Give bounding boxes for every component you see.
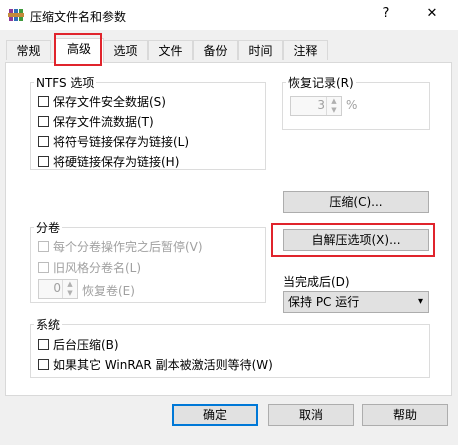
ntfs-security-option[interactable]: 保存文件安全数据(S)	[38, 93, 166, 109]
title-bar: 压缩文件名和参数 ? ✕	[0, 0, 458, 30]
after-completion-select[interactable]: 保持 PC 运行 ▾	[283, 291, 429, 313]
recovery-volumes-spinner[interactable]: 0 ▲ ▼	[38, 279, 78, 299]
system-group-title: 系统	[34, 316, 63, 333]
after-completion-value: 保持 PC 运行	[288, 295, 360, 309]
ok-button[interactable]: 确定	[172, 404, 258, 426]
checkbox[interactable]	[38, 261, 49, 273]
tab-time[interactable]: 时间	[238, 40, 283, 60]
sfx-options-button[interactable]: 自解压选项(X)...	[283, 229, 429, 251]
help-button[interactable]: 帮助	[362, 404, 448, 426]
tab-options[interactable]: 选项	[103, 40, 148, 60]
winrar-icon	[8, 9, 24, 21]
after-completion-label: 当完成后(D)	[283, 275, 350, 289]
tab-backup[interactable]: 备份	[193, 40, 238, 60]
checkbox[interactable]	[38, 155, 49, 167]
ntfs-symlinks-option[interactable]: 将符号链接保存为链接(L)	[38, 133, 189, 149]
recovery-volumes-value: 0	[53, 281, 61, 295]
recovery-group-title: 恢复记录(R)	[286, 74, 356, 91]
recovery-percent-unit: %	[346, 98, 358, 112]
spinner-arrows-icon[interactable]: ▲ ▼	[62, 280, 77, 298]
tab-files[interactable]: 文件	[148, 40, 193, 60]
dialog-body: 常规 高级 选项 文件 备份 时间 注释 NTFS 选项 保存文件安全数据(S)…	[0, 30, 458, 445]
checkbox[interactable]	[38, 135, 49, 147]
tab-advanced[interactable]: 高级	[54, 38, 104, 63]
window-title: 压缩文件名和参数	[30, 10, 127, 24]
ntfs-group-title: NTFS 选项	[34, 74, 97, 91]
recovery-percent-spinner[interactable]: 3 ▲ ▼	[290, 96, 342, 116]
wait-other-winrar-option[interactable]: 如果其它 WinRAR 副本被激活则等待(W)	[38, 356, 273, 372]
chevron-down-icon[interactable]: ▾	[418, 292, 423, 312]
tab-comment[interactable]: 注释	[283, 40, 328, 60]
checkbox[interactable]	[38, 115, 49, 127]
tab-general[interactable]: 常规	[6, 40, 51, 60]
cancel-button[interactable]: 取消	[268, 404, 354, 426]
background-compress-option[interactable]: 后台压缩(B)	[38, 336, 119, 352]
compression-button[interactable]: 压缩(C)...	[283, 191, 429, 213]
checkbox[interactable]	[38, 338, 49, 350]
spinner-arrows-icon[interactable]: ▲ ▼	[326, 97, 341, 115]
ntfs-streams-option[interactable]: 保存文件流数据(T)	[38, 113, 154, 129]
help-icon[interactable]: ?	[378, 6, 394, 22]
close-icon[interactable]: ✕	[424, 6, 440, 22]
recovery-percent-value: 3	[317, 98, 325, 112]
recovery-volumes-label: 恢复卷(E)	[82, 284, 135, 298]
checkbox[interactable]	[38, 358, 49, 370]
split-pause-option[interactable]: 每个分卷操作完之后暂停(V)	[38, 238, 203, 254]
checkbox[interactable]	[38, 240, 49, 252]
split-oldstyle-option[interactable]: 旧风格分卷名(L)	[38, 259, 141, 275]
split-group-title: 分卷	[34, 219, 63, 236]
checkbox[interactable]	[38, 95, 49, 107]
advanced-panel: NTFS 选项 保存文件安全数据(S) 保存文件流数据(T) 将符号链接保存为链…	[5, 62, 452, 396]
ntfs-hardlinks-option[interactable]: 将硬链接保存为链接(H)	[38, 153, 179, 169]
